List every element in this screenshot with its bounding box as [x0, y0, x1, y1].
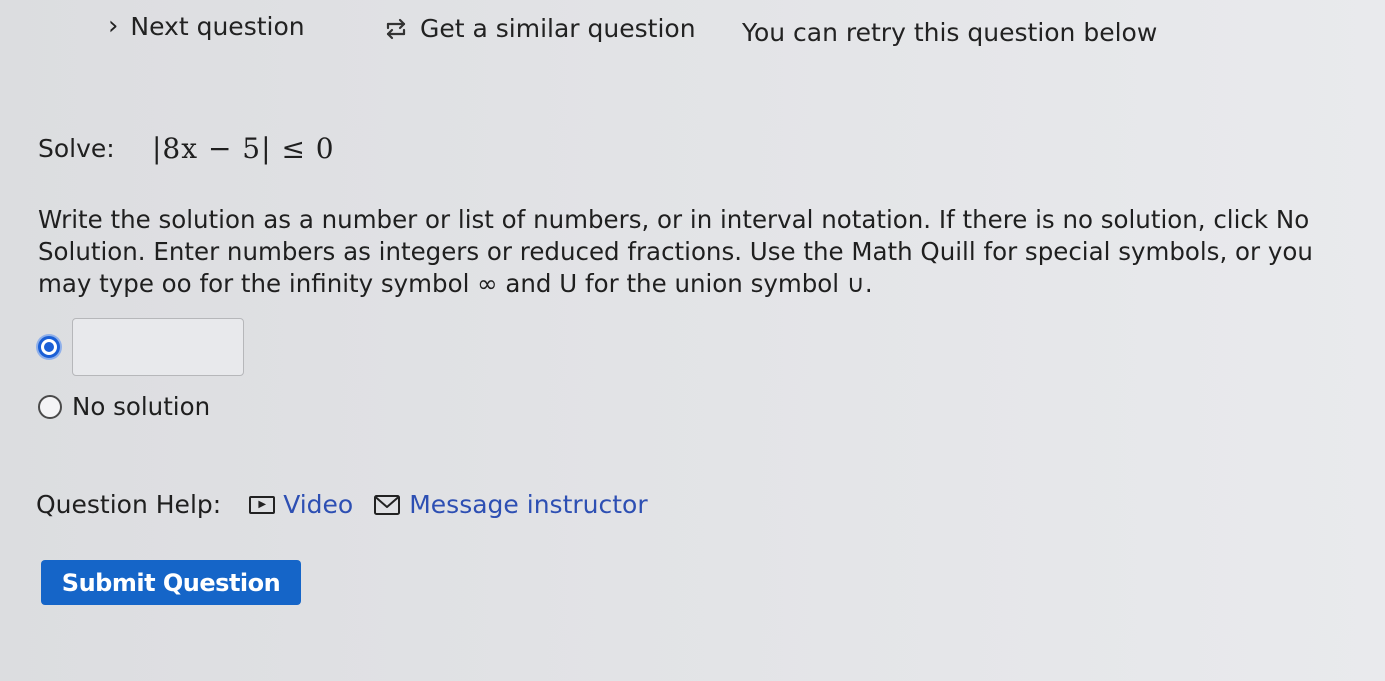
no-solution-radio[interactable] [38, 394, 62, 419]
chevron-right-icon: › [108, 10, 119, 41]
video-play-icon: ▶ [249, 495, 276, 514]
no-solution-label: No solution [72, 392, 211, 421]
instructions-text: Write the solution as a number or list o… [38, 204, 1383, 300]
video-link-label: Video [283, 490, 354, 519]
video-link[interactable]: ▶ Video [249, 490, 353, 519]
answer-radio[interactable] [38, 336, 60, 358]
submit-question-button[interactable]: Submit Question [41, 560, 301, 605]
refresh-arrows-icon [386, 18, 406, 39]
message-instructor-label: Message instructor [409, 490, 648, 519]
instructions-line: Solution. Enter numbers as integers or r… [38, 237, 1313, 266]
envelope-icon [374, 494, 401, 515]
problem-statement: Solve: |8x − 5| ≤ 0 [38, 132, 335, 165]
question-nav-bar: › Next question Get a similar question Y… [0, 8, 1385, 52]
question-page: › Next question Get a similar question Y… [0, 0, 1385, 681]
answer-option [38, 318, 244, 376]
next-question-link[interactable]: › Next question [108, 12, 305, 41]
math-expression: |8x − 5| ≤ 0 [152, 132, 335, 165]
similar-question-label: Get a similar question [420, 14, 696, 43]
question-help-label: Question Help: [36, 490, 222, 519]
solve-label: Solve: [38, 134, 115, 163]
instructions-line: may type oo for the infinity symbol ∞ an… [38, 269, 873, 298]
next-question-label: Next question [130, 12, 305, 41]
message-instructor-link[interactable]: Message instructor [373, 490, 648, 519]
instructions-line: Write the solution as a number or list o… [38, 205, 1310, 234]
retry-message: You can retry this question below [742, 18, 1158, 47]
answer-input[interactable] [72, 318, 244, 376]
similar-question-link[interactable]: Get a similar question [382, 14, 696, 43]
no-solution-option[interactable]: No solution [38, 392, 210, 421]
question-help: Question Help: ▶ Video Message instructo… [36, 490, 668, 519]
